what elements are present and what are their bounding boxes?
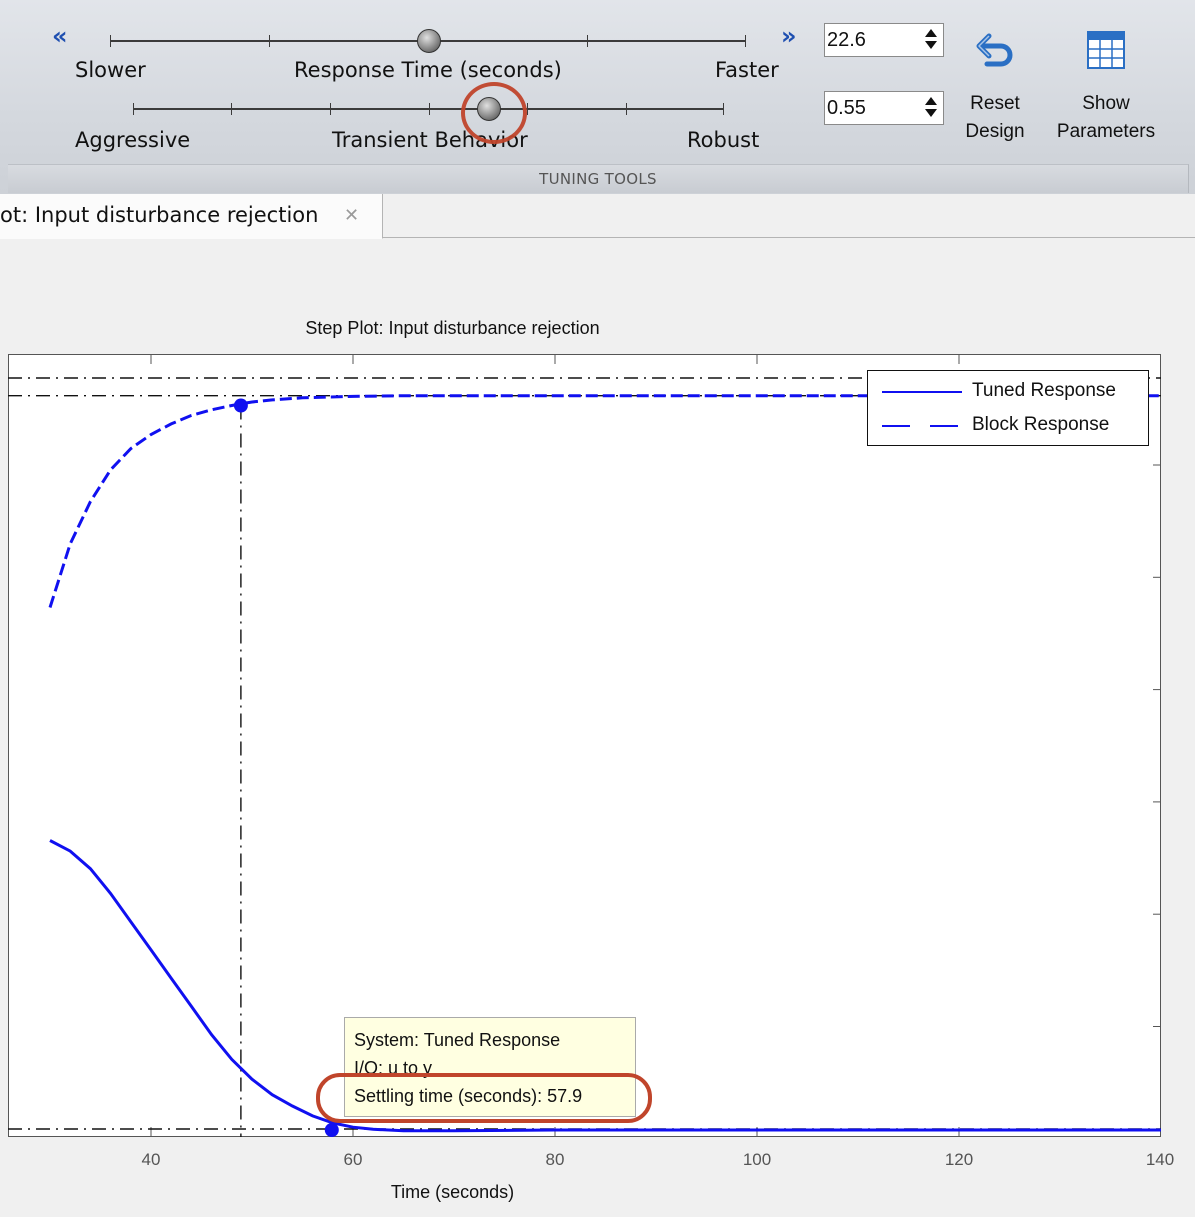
tab-step-plot[interactable]: ot: Input disturbance rejection ✕: [0, 194, 383, 239]
robust-label: Robust: [687, 128, 760, 152]
transient-behavior-spinner[interactable]: [824, 91, 944, 125]
settling-time-highlight: [316, 1073, 652, 1123]
table-grid-icon: [1087, 31, 1125, 69]
x-tick-label: 100: [742, 1150, 772, 1169]
faster-label: Faster: [715, 58, 779, 82]
reset-design-button[interactable]: Reset Design: [955, 26, 1035, 146]
slower-label: Slower: [75, 58, 146, 82]
response-time-slider[interactable]: [110, 29, 746, 53]
settling-time-marker: [233, 398, 248, 413]
design-label: Design: [965, 121, 1025, 142]
tab-label: ot: Input disturbance rejection: [0, 203, 319, 227]
transient-behavior-slider[interactable]: [133, 97, 724, 121]
x-tick-label: 80: [545, 1150, 565, 1169]
plot-legend[interactable]: Tuned Response Block Response: [867, 370, 1149, 446]
double-chevron-left-icon[interactable]: «: [52, 22, 68, 50]
plot-title: Step Plot: Input disturbance rejection: [0, 318, 905, 339]
spinner-arrows-icon[interactable]: [925, 28, 937, 52]
tab-divider: [382, 237, 1195, 238]
undo-arrow-icon: [976, 33, 1013, 67]
tuning-tools-section-label: TUNING TOOLS: [8, 164, 1189, 193]
x-tick-label: 140: [1145, 1150, 1175, 1169]
tuning-toolstrip: « » Slower Response Time (seconds) Faste…: [0, 0, 1195, 195]
transient-behavior-input[interactable]: [825, 92, 917, 124]
knob-highlight-circle: [461, 82, 527, 144]
legend-solid-line: [882, 391, 962, 393]
spinner-arrows-icon[interactable]: [925, 96, 937, 120]
show-parameters-button[interactable]: Show Parameters: [1050, 26, 1162, 146]
show-label: Show: [1082, 93, 1130, 114]
parameters-label: Parameters: [1056, 121, 1156, 142]
settling-time-marker: [324, 1123, 339, 1137]
legend-label-tuned: Tuned Response: [972, 380, 1117, 401]
response-time-input[interactable]: [825, 24, 917, 56]
document-tabbar: ot: Input disturbance rejection ✕: [0, 194, 1195, 239]
reset-label: Reset: [970, 93, 1020, 114]
response-time-slider-knob[interactable]: [417, 29, 441, 53]
response-time-spinner[interactable]: [824, 23, 944, 57]
legend-label-block: Block Response: [972, 414, 1110, 435]
x-tick-label: 120: [944, 1150, 974, 1169]
x-tick-label: 60: [343, 1150, 363, 1169]
x-tick-label: 40: [141, 1150, 161, 1169]
legend-dashed-line: [882, 425, 962, 427]
aggressive-label: Aggressive: [75, 128, 191, 152]
double-chevron-right-icon[interactable]: »: [781, 22, 797, 50]
x-axis-label: Time (seconds): [390, 1182, 515, 1202]
tooltip-system: System: Tuned Response: [354, 1030, 561, 1050]
close-icon[interactable]: ✕: [344, 207, 359, 225]
plot-title-text: Step Plot: Input disturbance rejection: [305, 318, 600, 338]
response-time-label: Response Time (seconds): [294, 58, 562, 82]
